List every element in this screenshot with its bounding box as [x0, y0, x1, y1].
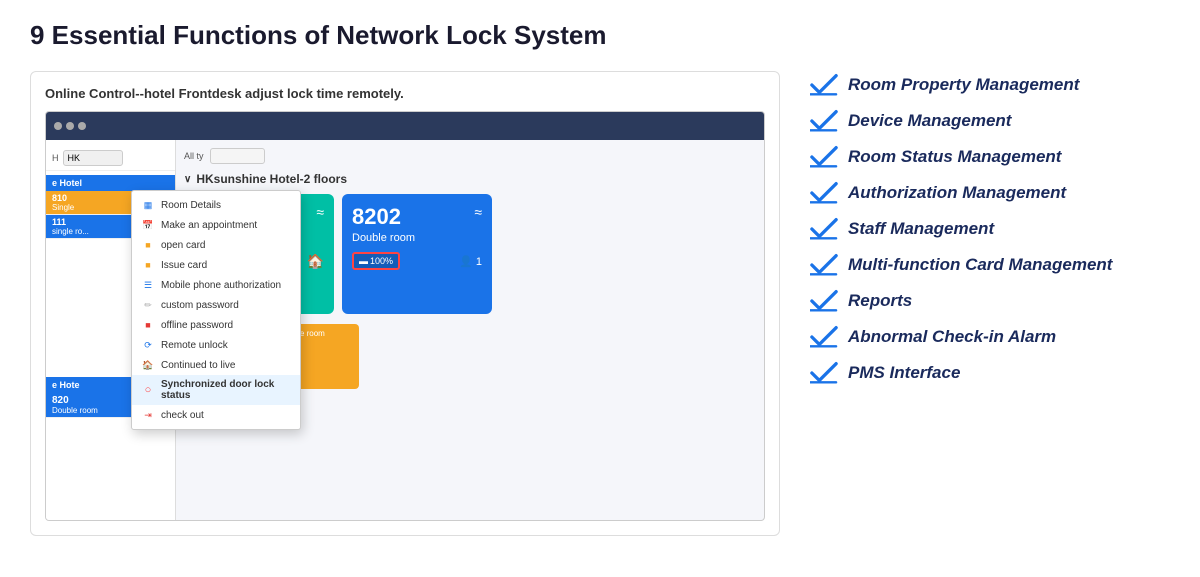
left-panel: Online Control--hotel Frontdesk adjust l… [30, 71, 780, 536]
room-card-8202[interactable]: ≈ 8202 Double room ▬ 100% 👤 1 [342, 194, 492, 314]
hotel-content-search[interactable] [210, 148, 265, 164]
cm-continued-label: Continued to live [161, 360, 236, 371]
cm-room-details-icon: ▦ [142, 199, 154, 211]
cm-open-card[interactable]: ■ open card [132, 235, 300, 255]
cm-room-details-label: Room Details [161, 200, 221, 211]
feature-staff: Staff Management [810, 215, 1170, 243]
cm-checkout[interactable]: ⇥ check out [132, 405, 300, 425]
right-panel: Room Property Management Device Manageme… [810, 71, 1170, 387]
floor-chevron: ∨ [184, 174, 191, 185]
battery-8202: ▬ 100% [352, 252, 400, 270]
context-menu: ▦ Room Details 📅 Make an appointment ■ o… [131, 190, 301, 430]
cm-remote-icon: ⟳ [142, 339, 154, 351]
battery-icon-8202: ▬ [359, 256, 368, 266]
cm-issue-card-icon: ■ [142, 259, 154, 271]
feature-label-device: Device Management [848, 111, 1011, 131]
occupant-icon-8202: 👤 1 [459, 255, 482, 268]
battery-pct-8202: 100% [370, 256, 393, 266]
cm-open-card-icon: ■ [142, 239, 154, 251]
hotel-content-top: All ty [184, 148, 756, 164]
feature-room-status: Room Status Management [810, 143, 1170, 171]
feature-label-staff: Staff Management [848, 219, 994, 239]
feature-label-multifunction: Multi-function Card Management [848, 255, 1112, 275]
topbar-dot2 [66, 122, 74, 130]
floor-label: HKsunshine Hotel-2 floors [196, 172, 347, 186]
hotel-topbar [46, 112, 764, 140]
checkmark-icon-room-property [810, 71, 838, 99]
cm-sync-label: Synchronized door lock status [161, 379, 290, 401]
feature-reports: Reports [810, 287, 1170, 315]
cm-custom-pw-label: custom password [161, 300, 239, 311]
checkmark-icon-multifunction [810, 251, 838, 279]
cm-checkout-icon: ⇥ [142, 409, 154, 421]
cm-remote-unlock[interactable]: ⟳ Remote unlock [132, 335, 300, 355]
cm-checkout-label: check out [161, 410, 204, 421]
cm-continued-live[interactable]: 🏠 Continued to live [132, 355, 300, 375]
feature-room-property: Room Property Management [810, 71, 1170, 99]
room-number-8202: 8202 [352, 204, 482, 230]
cm-remote-label: Remote unlock [161, 340, 228, 351]
feature-label-authorization: Authorization Management [848, 183, 1066, 203]
feature-label-room-status: Room Status Management [848, 147, 1061, 167]
feature-multifunction-card: Multi-function Card Management [810, 251, 1170, 279]
checkmark-icon-pms [810, 359, 838, 387]
feature-label-room-property: Room Property Management [848, 75, 1079, 95]
checkmark-icon-reports [810, 287, 838, 315]
cm-room-details[interactable]: ▦ Room Details [132, 195, 300, 215]
filter-label: All ty [184, 151, 204, 161]
caption-suffix: --hotel Frontdesk adjust lock time remot… [135, 86, 403, 101]
page-title: 9 Essential Functions of Network Lock Sy… [30, 20, 1170, 51]
cm-custom-password[interactable]: ✏ custom password [132, 295, 300, 315]
cm-open-card-label: open card [161, 240, 205, 251]
feature-label-pms: PMS Interface [848, 363, 960, 383]
cm-make-appointment[interactable]: 📅 Make an appointment [132, 215, 300, 235]
hotel-search-input[interactable] [63, 150, 123, 166]
checkmark-icon-room-status [810, 143, 838, 171]
feature-abnormal-checkin: Abnormal Check-in Alarm [810, 323, 1170, 351]
feature-device: Device Management [810, 107, 1170, 135]
cm-offline-password[interactable]: ■ offline password [132, 315, 300, 335]
feature-list: Room Property Management Device Manageme… [810, 71, 1170, 387]
cm-issue-card[interactable]: ■ Issue card [132, 255, 300, 275]
cm-appointment-label: Make an appointment [161, 220, 257, 231]
wifi-icon-8201: ≈ [316, 204, 324, 220]
hotel-main-area: H e Hotel 810 Single 111 single ro... [46, 140, 764, 520]
checkmark-icon-authorization [810, 179, 838, 207]
main-content: Online Control--hotel Frontdesk adjust l… [30, 71, 1170, 536]
room-type-8202: Double room [352, 232, 482, 244]
checkmark-icon-device [810, 107, 838, 135]
cm-offline-pw-icon: ■ [142, 319, 154, 331]
cm-mobile-auth[interactable]: ☰ Mobile phone authorization [132, 275, 300, 295]
floor-header: ∨ HKsunshine Hotel-2 floors [184, 172, 756, 186]
cm-mobile-label: Mobile phone authorization [161, 280, 281, 291]
feature-authorization: Authorization Management [810, 179, 1170, 207]
topbar-dot3 [78, 122, 86, 130]
room-footer-8202: ▬ 100% 👤 1 [352, 252, 482, 270]
topbar-dot [54, 122, 62, 130]
feature-label-reports: Reports [848, 291, 912, 311]
cm-offline-pw-label: offline password [161, 320, 233, 331]
cm-continued-icon: 🏠 [142, 359, 154, 371]
caption-prefix: Online Control [45, 86, 135, 101]
hotel-ui: H e Hotel 810 Single 111 single ro... [45, 111, 765, 521]
feature-label-abnormal: Abnormal Check-in Alarm [848, 327, 1056, 347]
cm-sync-icon: ○ [142, 384, 154, 396]
filter-prefix: H [52, 153, 59, 163]
cm-mobile-icon: ☰ [142, 279, 154, 291]
wifi-icon-8202: ≈ [474, 204, 482, 220]
home-icon-8201: 🏠 [307, 253, 324, 270]
cm-appointment-icon: 📅 [142, 219, 154, 231]
hotel-group-header-1: e Hotel [46, 175, 175, 191]
checkmark-icon-abnormal [810, 323, 838, 351]
cm-custom-pw-icon: ✏ [142, 299, 154, 311]
caption: Online Control--hotel Frontdesk adjust l… [45, 86, 765, 101]
hotel-sidebar: H e Hotel 810 Single 111 single ro... [46, 140, 176, 520]
cm-issue-card-label: Issue card [161, 260, 207, 271]
checkmark-icon-staff [810, 215, 838, 243]
hotel-filter-bar: H [46, 146, 175, 171]
cm-sync-status[interactable]: ○ Synchronized door lock status [132, 375, 300, 405]
feature-pms: PMS Interface [810, 359, 1170, 387]
